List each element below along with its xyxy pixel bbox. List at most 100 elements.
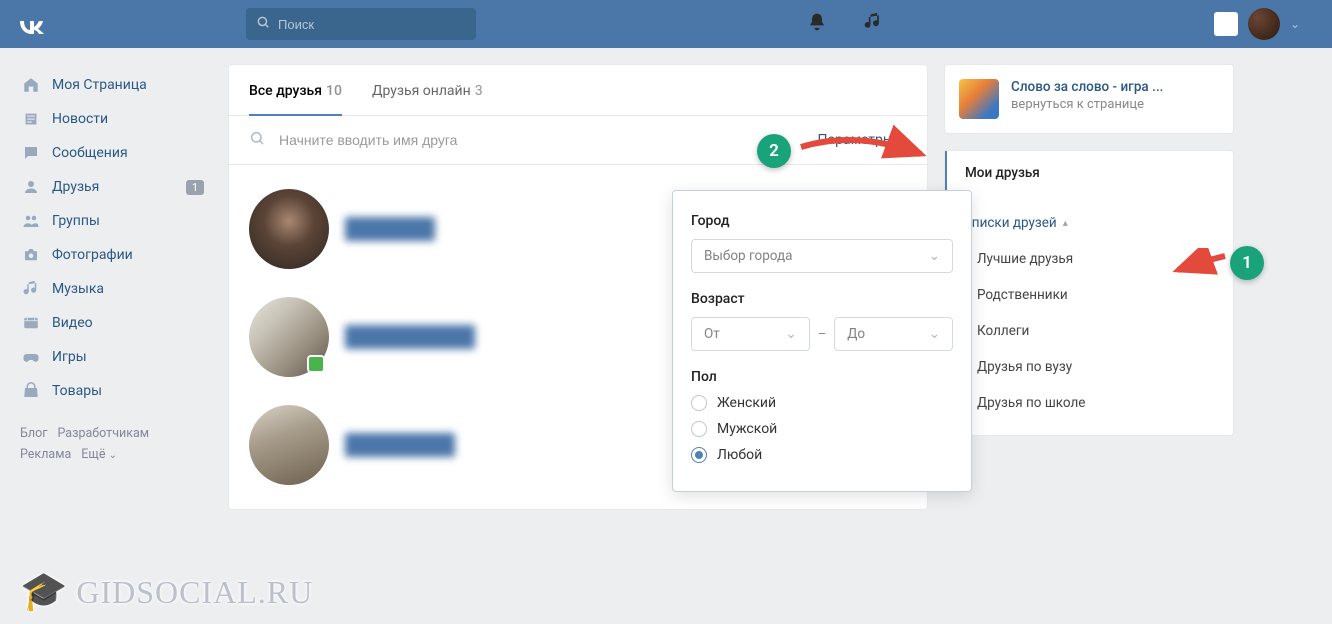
- header-search-input[interactable]: [278, 17, 466, 32]
- list-colleagues[interactable]: Коллеги: [945, 313, 1233, 349]
- promo-title: Слово за слово - игра ...: [1011, 79, 1163, 95]
- messages-icon: [20, 144, 42, 162]
- watermark: 🎓 GIDSOCIAL.RU: [20, 570, 313, 614]
- camera-icon: [20, 246, 42, 264]
- nav-label: Группы: [52, 213, 100, 229]
- dash-separator: –: [818, 327, 827, 342]
- nav-label: Товары: [52, 383, 102, 399]
- friend-lists-toggle[interactable]: Списки друзей▴: [945, 205, 1233, 241]
- gender-male-radio[interactable]: Мужской: [691, 421, 953, 437]
- friends-search-input[interactable]: [279, 132, 818, 148]
- friend-avatar[interactable]: [249, 297, 329, 377]
- nav-news[interactable]: Новости: [12, 102, 212, 136]
- nav-photos[interactable]: Фотографии: [12, 238, 212, 272]
- music-icon[interactable]: [863, 12, 883, 36]
- nav-label: Музыка: [52, 281, 104, 297]
- age-from-value: От: [704, 326, 720, 342]
- annotation-arrow-2: [796, 122, 936, 172]
- radio-label: Мужской: [717, 421, 777, 437]
- footer-dev[interactable]: Разработчикам: [57, 426, 149, 441]
- annotation-marker-2: 2: [757, 134, 791, 168]
- side-tab-my-friends[interactable]: Мои друзья: [945, 151, 1233, 195]
- nav-my-page[interactable]: Моя Страница: [12, 68, 212, 102]
- search-bar[interactable]: [246, 8, 476, 40]
- user-avatar[interactable]: [1248, 8, 1280, 40]
- friend-name-blurred: [345, 433, 455, 457]
- tabs-row: Все друзья10 Друзья онлайн3: [229, 65, 927, 116]
- list-school[interactable]: Друзья по школе: [945, 385, 1233, 421]
- nav-label: Игры: [52, 349, 87, 365]
- annotation-marker-1: 1: [1230, 246, 1264, 280]
- watermark-text: GIDSOCIAL.RU: [76, 574, 313, 611]
- promo-subtitle: вернуться к странице: [1011, 97, 1163, 112]
- friend-avatar[interactable]: [249, 189, 329, 269]
- footer-blog[interactable]: Блог: [20, 426, 47, 441]
- nav-label: Видео: [52, 315, 93, 331]
- vk-logo-icon[interactable]: [16, 8, 46, 41]
- city-select-value: Выбор города: [704, 248, 793, 264]
- age-from-select[interactable]: От⌄: [691, 317, 810, 351]
- search-icon: [249, 130, 265, 150]
- chevron-down-icon: ⌄: [109, 450, 117, 461]
- list-relatives[interactable]: Родственники: [945, 277, 1233, 313]
- city-select[interactable]: Выбор города ⌄: [691, 239, 953, 273]
- nav-music[interactable]: Музыка: [12, 272, 212, 306]
- nav-video[interactable]: Видео: [12, 306, 212, 340]
- promo-card[interactable]: Слово за слово - игра ... вернуться к ст…: [944, 64, 1234, 134]
- nav-market[interactable]: Товары: [12, 374, 212, 408]
- nav-games[interactable]: Игры: [12, 340, 212, 374]
- tab-count: 3: [475, 83, 483, 99]
- chevron-up-icon: ▴: [1063, 218, 1068, 229]
- bag-icon: [20, 382, 42, 400]
- home-icon: [20, 76, 42, 94]
- nav-label: Сообщения: [52, 145, 128, 161]
- app-thumb-icon: [1214, 12, 1238, 36]
- nav-label: Друзья: [52, 179, 99, 195]
- chevron-down-icon: ⌄: [929, 248, 940, 264]
- nav-label: Новости: [52, 111, 108, 127]
- age-label: Возраст: [691, 291, 953, 307]
- gender-any-radio[interactable]: Любой: [691, 447, 953, 463]
- gender-female-radio[interactable]: Женский: [691, 395, 953, 411]
- nav-groups[interactable]: Группы: [12, 204, 212, 238]
- side-panel: Мои друзья Списки друзей▴ Лучшие друзья …: [944, 150, 1234, 436]
- radio-icon: [691, 447, 707, 463]
- city-label: Город: [691, 213, 953, 229]
- nav-messages[interactable]: Сообщения: [12, 136, 212, 170]
- nav-label: Моя Страница: [52, 77, 147, 93]
- nav-badge: 1: [186, 180, 204, 195]
- gamepad-icon: [20, 348, 42, 366]
- music-note-icon: [20, 280, 42, 298]
- news-icon: [20, 110, 42, 128]
- nav-friends[interactable]: Друзья 1: [12, 170, 212, 204]
- tab-friends-online[interactable]: Друзья онлайн3: [372, 65, 483, 115]
- radio-icon: [691, 421, 707, 437]
- footer-ads[interactable]: Реклама: [20, 447, 71, 462]
- chevron-down-icon: ⌄: [1290, 17, 1300, 31]
- video-icon: [20, 314, 42, 332]
- friend-avatar[interactable]: [249, 405, 329, 485]
- graduation-hat-icon: 🎓: [20, 570, 68, 614]
- tab-all-friends[interactable]: Все друзья10: [249, 65, 342, 115]
- friend-name-blurred: [345, 325, 475, 349]
- gender-label: Пол: [691, 369, 953, 385]
- notifications-icon[interactable]: [807, 12, 827, 36]
- radio-icon: [691, 395, 707, 411]
- left-footer-links: Блог Разработчикам Реклама Ещё ⌄: [12, 426, 212, 462]
- top-header: ⌄: [0, 0, 1332, 48]
- age-to-value: До: [847, 326, 865, 342]
- groups-icon: [20, 212, 42, 230]
- list-university[interactable]: Друзья по вузу: [945, 349, 1233, 385]
- tab-label: Друзья онлайн: [372, 83, 471, 99]
- radio-label: Любой: [717, 447, 762, 463]
- nav-label: Фотографии: [52, 247, 133, 263]
- radio-label: Женский: [717, 395, 776, 411]
- chevron-down-icon: ⌄: [929, 326, 940, 342]
- footer-more[interactable]: Ещё ⌄: [81, 447, 117, 462]
- age-to-select[interactable]: До ⌄: [834, 317, 953, 351]
- tab-count: 10: [326, 83, 342, 99]
- header-profile-area[interactable]: ⌄: [1214, 8, 1300, 40]
- search-icon: [256, 15, 270, 33]
- friend-name-blurred: [345, 217, 435, 241]
- params-popup: Город Выбор города ⌄ Возраст От⌄ – До⌄ П…: [672, 190, 972, 492]
